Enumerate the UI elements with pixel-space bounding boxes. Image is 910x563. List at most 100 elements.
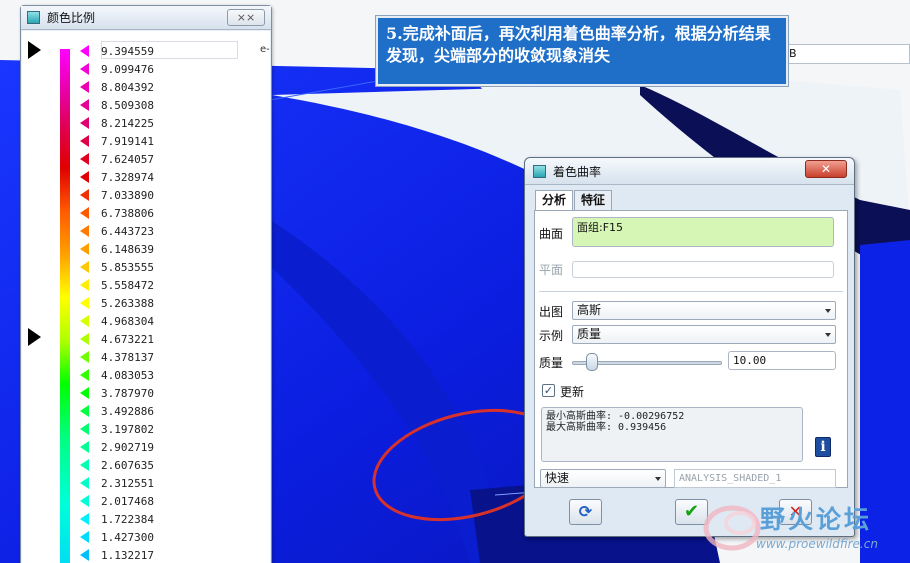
tick-value: 1.427300 bbox=[101, 530, 154, 544]
scale-tick: 2.312551 bbox=[80, 474, 154, 492]
color-scale-body: e- 9.394559 9.099476 8.804392 8.509308 8.214… bbox=[22, 31, 270, 563]
dialog-close-button[interactable]: ✕ bbox=[805, 160, 847, 178]
plot-type-value: 高斯 bbox=[577, 303, 602, 317]
chevron-down-icon bbox=[655, 477, 661, 481]
tick-value: 5.263388 bbox=[101, 296, 154, 310]
scale-tick: 3.492886 bbox=[80, 402, 154, 420]
tick-marker-icon bbox=[80, 117, 89, 129]
tick-marker-icon bbox=[80, 63, 89, 75]
curvature-results: 最小高斯曲率: -0.00296752 最大高斯曲率: 0.939456 bbox=[541, 407, 803, 462]
tick-value: 1.132217 bbox=[101, 548, 154, 562]
tick-marker-icon bbox=[80, 423, 89, 435]
tick-value: 9.099476 bbox=[101, 62, 154, 76]
scale-tick: 7.033890 bbox=[80, 186, 154, 204]
scale-tick: 8.214225 bbox=[80, 114, 154, 132]
scale-tick: 9.394559 bbox=[80, 42, 154, 60]
scale-tick: 3.197802 bbox=[80, 420, 154, 438]
scale-tick: 7.624057 bbox=[80, 150, 154, 168]
scale-tick: 3.787970 bbox=[80, 384, 154, 402]
scale-tick: 5.263388 bbox=[80, 294, 154, 312]
tick-value: 4.968304 bbox=[101, 314, 154, 328]
plane-collector[interactable] bbox=[572, 261, 834, 278]
analysis-panel: 曲面 面组:F15 平面 出图 高斯 示例 质量 质量 10.00 ✓ 更新 最… bbox=[534, 210, 848, 488]
tick-marker-icon bbox=[80, 45, 89, 57]
tick-marker-icon bbox=[80, 99, 89, 111]
update-checkbox[interactable]: ✓ bbox=[542, 384, 555, 397]
tick-value: 7.033890 bbox=[101, 188, 154, 202]
tick-value: 3.787970 bbox=[101, 386, 154, 400]
tick-value: 7.919141 bbox=[101, 134, 154, 148]
tick-marker-icon bbox=[80, 189, 89, 201]
scale-tick: 1.427300 bbox=[80, 528, 154, 546]
quality-slider-thumb[interactable] bbox=[585, 353, 598, 371]
tick-value: 8.804392 bbox=[101, 80, 154, 94]
tick-value: 1.722384 bbox=[101, 512, 154, 526]
example-value: 质量 bbox=[577, 327, 602, 341]
watermark-url: www.proewildfire.cn bbox=[756, 537, 878, 551]
tick-value: 4.378137 bbox=[101, 350, 154, 364]
tick-marker-icon bbox=[80, 297, 89, 309]
example-label: 示例 bbox=[539, 329, 564, 343]
scale-tick: 5.853555 bbox=[80, 258, 154, 276]
chevron-down-icon bbox=[825, 333, 831, 337]
plot-type-select[interactable]: 高斯 bbox=[572, 301, 836, 320]
tick-marker-icon bbox=[80, 549, 89, 561]
tick-value: 8.214225 bbox=[101, 116, 154, 130]
tick-marker-icon bbox=[80, 135, 89, 147]
scale-tick: 8.804392 bbox=[80, 78, 154, 96]
tick-marker-icon bbox=[80, 261, 89, 273]
scale-tick: 7.919141 bbox=[80, 132, 154, 150]
tick-value: 2.017468 bbox=[101, 494, 154, 508]
tick-marker-icon bbox=[80, 441, 89, 453]
scale-tick: 4.083053 bbox=[80, 366, 154, 384]
scale-tick: 2.017468 bbox=[80, 492, 154, 510]
tick-marker-icon bbox=[80, 387, 89, 399]
tick-value: 6.443723 bbox=[101, 224, 154, 238]
tick-marker-icon bbox=[80, 495, 89, 507]
tick-marker-icon bbox=[80, 315, 89, 327]
tick-value: 5.853555 bbox=[101, 260, 154, 274]
min-curvature-text: 最小高斯曲率: -0.00296752 bbox=[546, 411, 685, 422]
info-icon[interactable]: i bbox=[815, 437, 831, 457]
tick-value: 2.902719 bbox=[101, 440, 154, 454]
analysis-name-field[interactable]: ANALYSIS_SHADED_1 bbox=[674, 469, 836, 488]
tick-marker-icon bbox=[80, 243, 89, 255]
scale-tick: 4.378137 bbox=[80, 348, 154, 366]
background-input-fragment: B bbox=[785, 44, 910, 64]
scale-tick: 9.099476 bbox=[80, 60, 154, 78]
window-icon bbox=[27, 11, 40, 24]
tick-marker-icon bbox=[80, 153, 89, 165]
scale-tick: 6.443723 bbox=[80, 222, 154, 240]
repeat-button[interactable]: ⟳ bbox=[569, 499, 602, 525]
max-curvature-text: 最大高斯曲率: 0.939456 bbox=[546, 422, 667, 433]
mode-select[interactable]: 快速 bbox=[540, 469, 666, 488]
tick-marker-icon bbox=[80, 225, 89, 237]
tab-analysis[interactable]: 分析 bbox=[535, 190, 574, 211]
panel-divider bbox=[539, 291, 843, 292]
plane-label: 平面 bbox=[539, 263, 564, 277]
surface-collector[interactable]: 面组:F15 bbox=[572, 217, 834, 247]
quality-input[interactable]: 10.00 bbox=[728, 351, 836, 370]
watermark: 野火论坛 www.proewildfire.cn bbox=[700, 493, 910, 563]
mid-pointer-icon[interactable] bbox=[28, 328, 41, 346]
close-button[interactable]: ⨯⨯ bbox=[227, 9, 265, 26]
tick-value: 7.328974 bbox=[101, 170, 154, 184]
tick-marker-icon bbox=[80, 279, 89, 291]
tick-marker-icon bbox=[80, 351, 89, 363]
tick-marker-icon bbox=[80, 171, 89, 183]
quality-label: 质量 bbox=[539, 356, 564, 370]
tick-value: 3.492886 bbox=[101, 404, 154, 418]
tick-marker-icon bbox=[80, 513, 89, 525]
tick-marker-icon bbox=[80, 405, 89, 417]
tick-marker-icon bbox=[80, 81, 89, 93]
top-pointer-icon[interactable] bbox=[28, 41, 41, 59]
tab-feature[interactable]: 特征 bbox=[574, 190, 613, 210]
tick-value: 3.197802 bbox=[101, 422, 154, 436]
tick-marker-icon bbox=[80, 333, 89, 345]
example-select[interactable]: 质量 bbox=[572, 325, 836, 344]
tick-value: 6.738806 bbox=[101, 206, 154, 220]
watermark-title: 野火论坛 bbox=[760, 505, 873, 534]
tick-value: 2.312551 bbox=[101, 476, 154, 490]
dialog-title: 着色曲率 bbox=[553, 164, 602, 179]
scale-tick: 1.722384 bbox=[80, 510, 154, 528]
